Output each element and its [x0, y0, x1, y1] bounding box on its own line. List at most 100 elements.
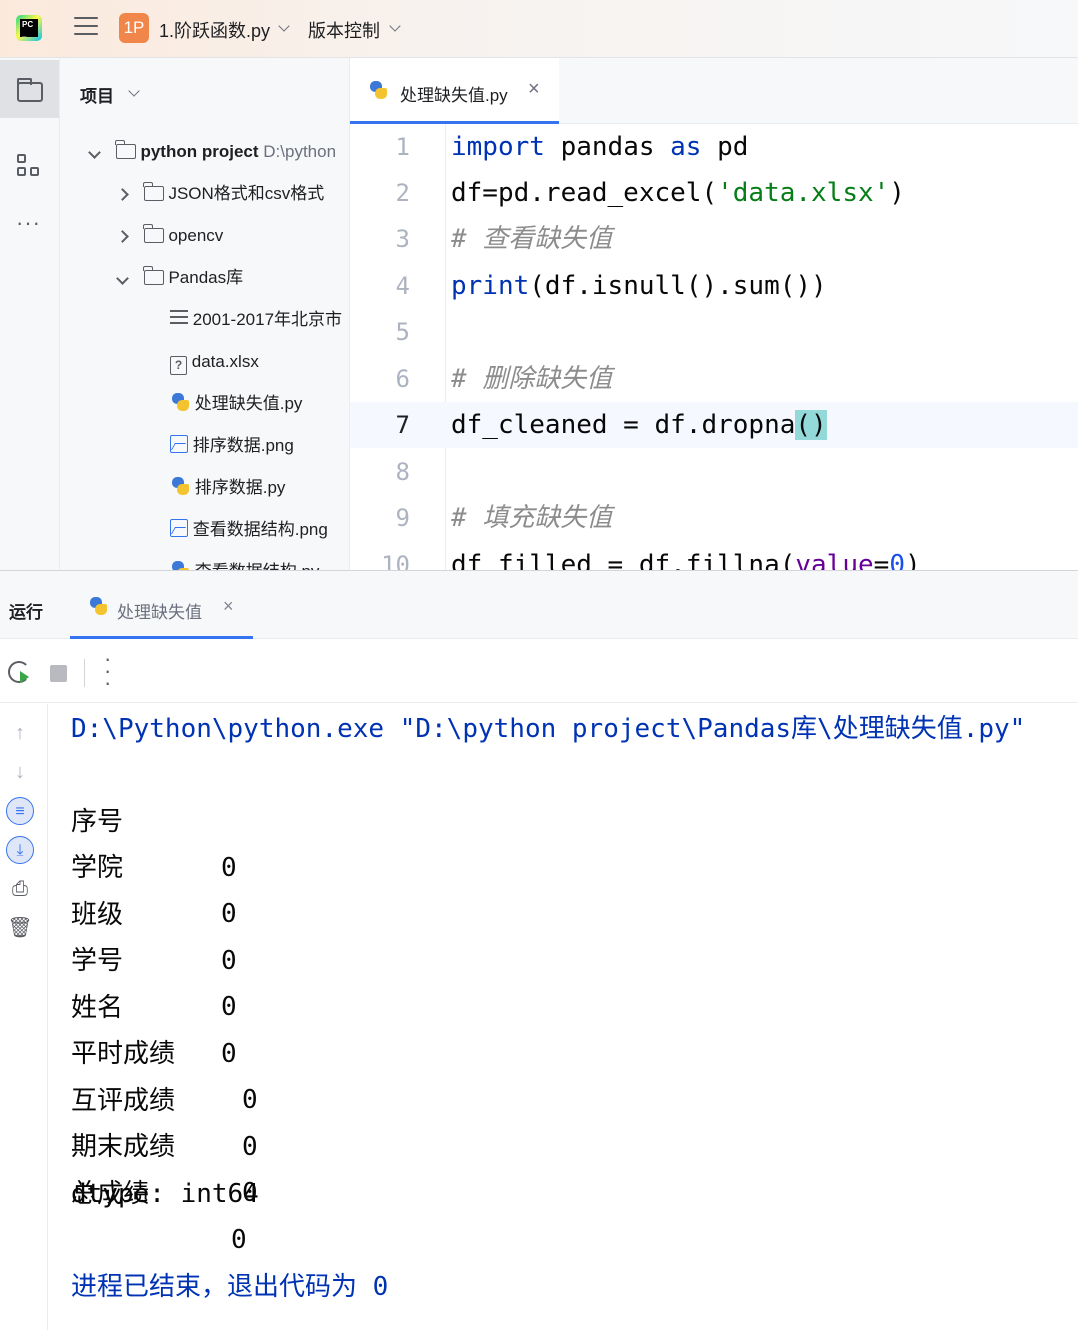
tree-item-label: 查看数据结构.png	[192, 520, 328, 539]
tree-item-json-csv[interactable]: JSON格式和csv格式	[116, 180, 324, 208]
chevron-down-icon[interactable]	[128, 85, 140, 97]
main-menu-icon[interactable]	[74, 17, 98, 37]
editor-tab-label: 处理缺失值.py	[400, 86, 508, 105]
python-file-icon	[368, 80, 388, 100]
arrow-up-icon[interactable]: ↑	[6, 719, 34, 747]
line-number: 6	[395, 365, 410, 393]
code-text[interactable]: df_cleaned = df.dropna()	[451, 402, 827, 448]
tool-window-strip: ···	[0, 58, 60, 570]
project-file-menu[interactable]: 1.阶跃函数.py	[159, 17, 270, 43]
null-count: 0	[221, 992, 237, 1022]
arrow-down-icon[interactable]: ↓	[6, 758, 34, 786]
tree-item-python-project[interactable]: python project D:\python	[88, 138, 337, 166]
run-panel: 运行 处理缺失值 × · · · ↑ ↓ ≡ ⤓ ⎙ 🗑 D:\Python\pyt…	[0, 570, 1078, 1330]
vcs-menu[interactable]: 版本控制	[308, 17, 380, 43]
toolbar-divider	[84, 659, 85, 687]
more-vertical-icon[interactable]: · · ·	[104, 648, 111, 694]
tree-item-pandas[interactable]: Pandas库	[116, 264, 243, 292]
code-line-current[interactable]: 7 df_cleaned = df.dropna()	[350, 402, 1078, 448]
structure-icon[interactable]	[17, 154, 41, 178]
folder-icon	[115, 140, 136, 159]
stop-icon[interactable]	[50, 665, 67, 682]
code-comment[interactable]: # 填充缺失值	[451, 495, 612, 541]
editor-tab-bar: 处理缺失值.py ×	[350, 58, 1078, 124]
expand-arrow-icon[interactable]	[116, 272, 129, 285]
tree-item-file[interactable]: 查看数据结构.py	[170, 558, 319, 570]
tree-item-file[interactable]: 2001-2017年北京市	[170, 306, 342, 334]
code-text[interactable]: df=pd.read_excel('data.xlsx')	[451, 170, 905, 216]
more-tools-icon[interactable]: ···	[16, 212, 41, 234]
folder-icon	[143, 266, 164, 285]
line-number: 10	[381, 551, 410, 570]
line-number: 8	[395, 458, 410, 486]
code-text[interactable]: df_filled = df.fillna(value=0)	[451, 542, 921, 570]
tree-item-file[interactable]: 排序数据.py	[170, 474, 285, 502]
tree-item-label: 处理缺失值.py	[194, 394, 303, 413]
chevron-down-icon[interactable]	[389, 20, 401, 32]
tree-item-file[interactable]: 查看数据结构.png	[170, 516, 328, 544]
tree-item-path: D:\python	[263, 142, 337, 161]
project-panel: 项目 python project D:\python JSON格式和csv格式…	[60, 58, 350, 570]
console-dtype-line: dtype: int64	[71, 1179, 259, 1209]
run-tab[interactable]: 处理缺失值 ×	[70, 571, 253, 639]
code-comment[interactable]: # 删除缺失值	[451, 356, 612, 402]
null-count: 0	[242, 1132, 258, 1162]
rerun-icon[interactable]	[8, 661, 30, 683]
tree-item-label: data.xlsx	[191, 352, 259, 371]
tree-item-file[interactable]: ? data.xlsx	[170, 348, 259, 376]
tree-item-label: 排序数据.py	[194, 478, 286, 497]
null-count: 0	[231, 1225, 247, 1255]
line-number: 7	[395, 411, 410, 439]
null-count: 0	[242, 1085, 258, 1115]
code-line[interactable]: 5	[350, 309, 1078, 355]
run-toolbar: · · ·	[0, 639, 1078, 703]
code-line[interactable]: 6 # 删除缺失值	[350, 356, 1078, 402]
code-line[interactable]: 4 print(df.isnull().sum())	[350, 263, 1078, 309]
console-exit-line: 进程已结束，退出代码为 0	[71, 1272, 389, 1302]
code-editor[interactable]: 处理缺失值.py × 1 import pandas as pd 2 df=pd…	[350, 58, 1078, 570]
code-text[interactable]: import pandas as pd	[451, 124, 748, 170]
project-panel-title[interactable]: 项目	[80, 82, 114, 107]
code-line[interactable]: 1 import pandas as pd	[350, 124, 1078, 170]
folder-icon	[143, 224, 164, 243]
code-area[interactable]: 1 import pandas as pd 2 df=pd.read_excel…	[350, 124, 1078, 570]
code-line[interactable]: 10 df_filled = df.fillna(value=0)	[350, 542, 1078, 570]
title-bar: PC _ 1P 1.阶跃函数.py 版本控制	[0, 0, 1078, 58]
line-number: 1	[395, 133, 410, 161]
code-line[interactable]: 2 df=pd.read_excel('data.xlsx')	[350, 170, 1078, 216]
scroll-to-end-icon[interactable]: ⤓	[6, 836, 34, 864]
tree-item-label: 2001-2017年北京市	[192, 310, 343, 329]
editor-tab[interactable]: 处理缺失值.py ×	[350, 58, 559, 124]
tree-item-file[interactable]: 排序数据.png	[170, 432, 294, 460]
line-number: 2	[395, 179, 410, 207]
code-text[interactable]: print(df.isnull().sum())	[451, 263, 827, 309]
code-line[interactable]: 9 # 填充缺失值	[350, 495, 1078, 541]
soft-wrap-icon[interactable]: ≡	[6, 797, 34, 825]
null-count: 0	[221, 946, 237, 976]
expand-arrow-icon[interactable]	[88, 146, 101, 159]
expand-arrow-icon[interactable]	[116, 188, 129, 201]
null-count: 0	[221, 1039, 237, 1069]
line-number: 3	[395, 225, 410, 253]
run-panel-header: 运行 处理缺失值 ×	[0, 571, 1078, 639]
python-file-icon	[170, 392, 190, 412]
run-side-toolbar: ↑ ↓ ≡ ⤓ ⎙ 🗑	[0, 704, 48, 1330]
code-comment[interactable]: # 查看缺失值	[451, 216, 612, 262]
code-line[interactable]: 8	[350, 449, 1078, 495]
expand-arrow-icon[interactable]	[116, 230, 129, 243]
tree-item-file[interactable]: 处理缺失值.py	[170, 390, 302, 418]
tree-item-opencv[interactable]: opencv	[116, 222, 223, 250]
code-line[interactable]: 3 # 查看缺失值	[350, 216, 1078, 262]
pycharm-logo-icon[interactable]: PC _	[16, 15, 42, 41]
trash-icon[interactable]: 🗑	[6, 914, 34, 942]
close-icon[interactable]: ×	[223, 596, 234, 617]
print-icon[interactable]: ⎙	[6, 875, 34, 903]
chevron-down-icon[interactable]	[278, 20, 290, 32]
project-tool-button[interactable]	[0, 60, 59, 118]
close-icon[interactable]: ×	[528, 78, 540, 101]
project-badge[interactable]: 1P	[119, 13, 149, 43]
tree-item-label: 排序数据.png	[192, 436, 294, 455]
tree-item-label: 查看数据结构.py	[195, 562, 320, 570]
python-file-icon	[88, 596, 108, 616]
null-count: 0	[221, 899, 237, 929]
